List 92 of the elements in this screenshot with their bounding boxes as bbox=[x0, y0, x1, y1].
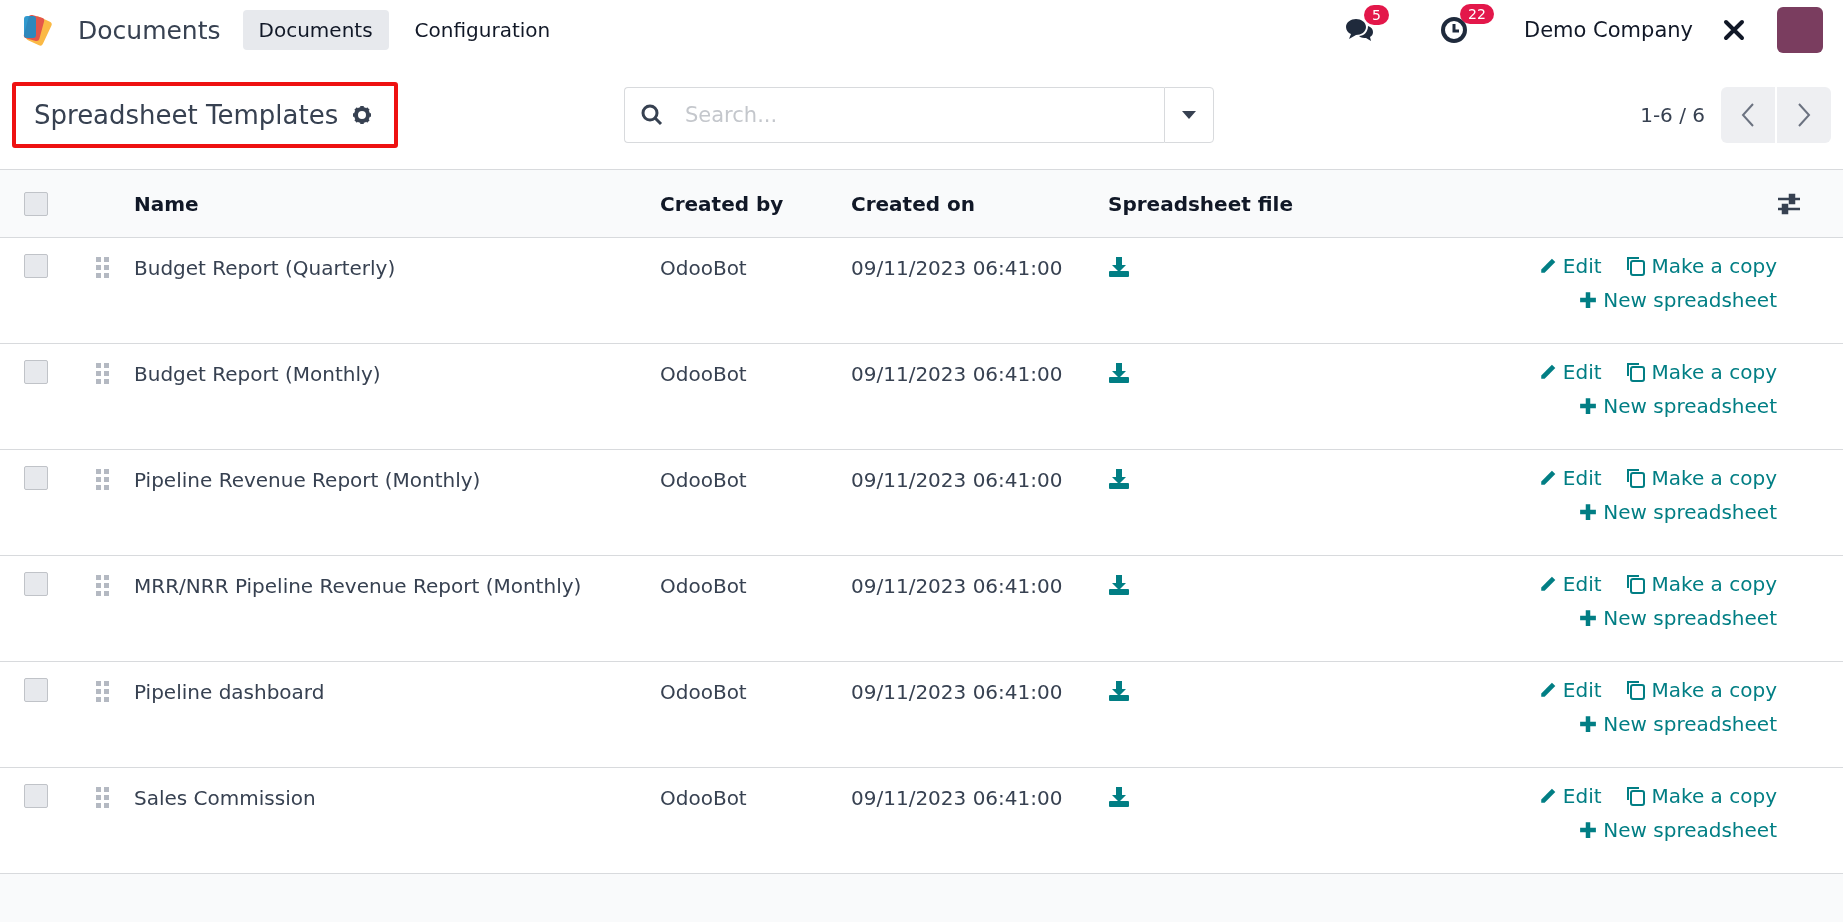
plus-icon bbox=[1579, 503, 1598, 521]
copy-link[interactable]: Make a copy bbox=[1623, 784, 1777, 808]
app-title: Documents bbox=[78, 15, 221, 45]
drag-handle-icon[interactable] bbox=[96, 363, 110, 385]
row-checkbox[interactable] bbox=[24, 360, 48, 384]
table-cell-text: OdooBot bbox=[660, 467, 748, 492]
table-cell-text: Budget Report (Monthly) bbox=[134, 361, 382, 386]
edit-link[interactable]: Edit bbox=[1538, 784, 1602, 808]
column-header[interactable]: Created by bbox=[660, 191, 851, 216]
notification-badge: 22 bbox=[1460, 4, 1494, 24]
new-link[interactable]: New spreadsheet bbox=[1579, 288, 1777, 312]
copy-link[interactable]: Make a copy bbox=[1623, 254, 1777, 278]
search-options-button[interactable] bbox=[1164, 86, 1214, 143]
row-checkbox[interactable] bbox=[24, 678, 48, 702]
select-all-checkbox[interactable] bbox=[24, 191, 48, 216]
table-cell-text: MRR/NRR Pipeline Revenue Report (Monthly) bbox=[134, 573, 583, 598]
plus-icon bbox=[1579, 609, 1598, 627]
table-cell-text: OdooBot bbox=[660, 785, 748, 810]
gear-icon[interactable] bbox=[352, 104, 373, 125]
new-link[interactable]: New spreadsheet bbox=[1579, 500, 1777, 524]
table-cell-text: 09/11/2023 06:41:00 bbox=[851, 785, 1064, 810]
menu-item[interactable]: Documents bbox=[242, 10, 389, 50]
clock-icon[interactable] bbox=[1440, 16, 1468, 44]
pencil-icon bbox=[1538, 787, 1557, 805]
download-icon[interactable] bbox=[1108, 786, 1130, 808]
table-cell-text: OdooBot bbox=[660, 573, 748, 598]
edit-link[interactable]: Edit bbox=[1538, 360, 1602, 384]
table-cell-text: Pipeline Revenue Report (Monthly) bbox=[134, 467, 482, 492]
table-cell-text: Pipeline dashboard bbox=[134, 679, 326, 704]
edit-link[interactable]: Edit bbox=[1538, 572, 1602, 596]
row-checkbox[interactable] bbox=[24, 466, 48, 490]
table-cell-text: 09/11/2023 06:41:00 bbox=[851, 255, 1064, 280]
drag-handle-icon[interactable] bbox=[96, 469, 110, 491]
new-link[interactable]: New spreadsheet bbox=[1579, 818, 1777, 842]
table-cell-text: OdooBot bbox=[660, 679, 748, 704]
table-cell-text: 09/11/2023 06:41:00 bbox=[851, 361, 1064, 386]
previous-page-button[interactable] bbox=[1721, 86, 1775, 143]
table-cell-text: 09/11/2023 06:41:00 bbox=[851, 573, 1064, 598]
copy-link[interactable]: Make a copy bbox=[1623, 466, 1777, 490]
caret-icon bbox=[1182, 110, 1196, 119]
edit-link[interactable]: Edit bbox=[1538, 254, 1602, 278]
company-name[interactable]: Demo Company bbox=[1524, 18, 1693, 42]
next-page-button[interactable] bbox=[1777, 86, 1831, 143]
pencil-icon bbox=[1538, 575, 1557, 593]
copy-link[interactable]: Make a copy bbox=[1623, 572, 1777, 596]
download-icon[interactable] bbox=[1108, 680, 1130, 702]
download-icon[interactable] bbox=[1108, 256, 1130, 278]
table-cell-text: 09/11/2023 06:41:00 bbox=[851, 679, 1064, 704]
new-link[interactable]: New spreadsheet bbox=[1579, 712, 1777, 736]
download-icon[interactable] bbox=[1108, 574, 1130, 596]
chevron-right-icon bbox=[1797, 101, 1811, 128]
table-cell-text: OdooBot bbox=[660, 255, 748, 280]
drag-handle-icon[interactable] bbox=[96, 787, 110, 809]
pencil-icon bbox=[1538, 363, 1557, 381]
user-avatar[interactable] bbox=[1777, 7, 1823, 53]
table-cell-text: Sales Commission bbox=[134, 785, 317, 810]
search-icon bbox=[640, 102, 664, 127]
copy-link[interactable]: Make a copy bbox=[1623, 360, 1777, 384]
drag-handle-icon[interactable] bbox=[96, 257, 110, 279]
menu-item[interactable]: Configuration bbox=[398, 10, 567, 50]
sliders-icon[interactable] bbox=[1777, 192, 1801, 215]
chevron-left-icon bbox=[1741, 101, 1755, 128]
plus-icon bbox=[1579, 397, 1598, 415]
edit-link[interactable]: Edit bbox=[1538, 678, 1602, 702]
table-cell-text: 09/11/2023 06:41:00 bbox=[851, 467, 1064, 492]
edit-link[interactable]: Edit bbox=[1538, 466, 1602, 490]
pager-counter[interactable]: 1-6 / 6 bbox=[1640, 102, 1705, 127]
row-checkbox[interactable] bbox=[24, 254, 48, 278]
pencil-icon bbox=[1538, 681, 1557, 699]
drag-handle-icon[interactable] bbox=[96, 681, 110, 703]
column-header[interactable]: Name bbox=[134, 191, 660, 216]
table-cell-text: OdooBot bbox=[660, 361, 748, 386]
plus-icon bbox=[1579, 715, 1598, 733]
search-input[interactable]: Search... bbox=[624, 86, 1164, 143]
notification-badge: 5 bbox=[1364, 5, 1389, 25]
chat-icon[interactable] bbox=[1344, 17, 1374, 43]
column-header[interactable]: Spreadsheet file bbox=[1108, 191, 1487, 216]
download-icon[interactable] bbox=[1108, 468, 1130, 490]
row-checkbox[interactable] bbox=[24, 784, 48, 808]
pencil-icon bbox=[1538, 469, 1557, 487]
plus-icon bbox=[1579, 821, 1598, 839]
pencil-icon bbox=[1538, 257, 1557, 275]
plus-icon bbox=[1579, 291, 1598, 309]
new-link[interactable]: New spreadsheet bbox=[1579, 606, 1777, 630]
table-cell-text: Budget Report (Quarterly) bbox=[134, 255, 397, 280]
new-link[interactable]: New spreadsheet bbox=[1579, 394, 1777, 418]
download-icon[interactable] bbox=[1108, 362, 1130, 384]
drag-handle-icon[interactable] bbox=[96, 575, 110, 597]
copy-link[interactable]: Make a copy bbox=[1623, 678, 1777, 702]
page-title: Spreadsheet Templates bbox=[34, 99, 339, 130]
row-checkbox[interactable] bbox=[24, 572, 48, 596]
column-header[interactable]: Created on bbox=[851, 191, 1108, 216]
